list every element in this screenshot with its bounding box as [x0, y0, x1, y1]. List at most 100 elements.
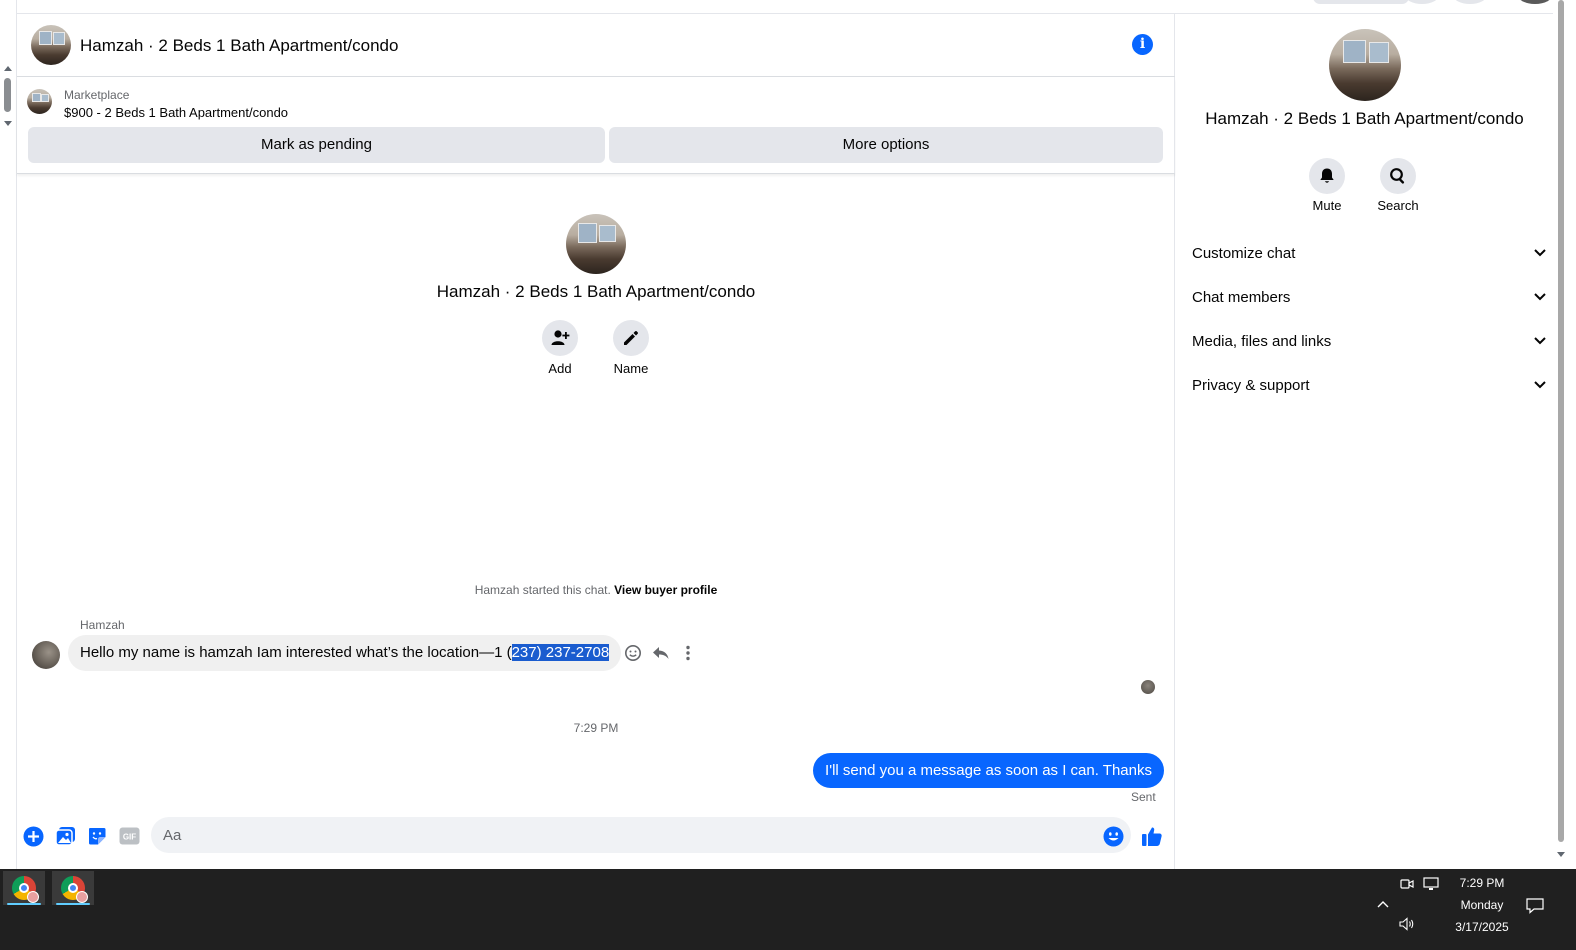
top-nav-strip	[17, 0, 1559, 14]
emoji-button[interactable]	[1102, 825, 1124, 847]
taskbar-chrome-app[interactable]	[52, 871, 94, 905]
customize-chat-section[interactable]: Customize chat	[1192, 233, 1546, 273]
privacy-support-section[interactable]: Privacy & support	[1192, 365, 1546, 405]
reply-button[interactable]	[650, 642, 672, 664]
photo-icon	[54, 827, 75, 846]
name-label: Name	[613, 361, 649, 376]
mute-button[interactable]	[1309, 158, 1345, 194]
add-label: Add	[548, 361, 572, 376]
thumbs-up-icon	[1142, 827, 1162, 846]
chevron-up-icon	[1377, 901, 1389, 908]
chevron-down-icon	[1534, 249, 1546, 257]
listing-title[interactable]: $900 - 2 Beds 1 Bath Apartment/condo	[64, 105, 288, 120]
reply-icon	[653, 647, 669, 659]
top-nav-pill[interactable]	[1313, 0, 1409, 4]
gif-label: GIF	[122, 833, 135, 842]
send-like-button[interactable]	[1141, 825, 1163, 847]
scroll-up-arrow[interactable]	[4, 66, 12, 71]
intro-title: Hamzah · 2 Beds 1 Bath Apartment/condo	[436, 282, 756, 301]
plus-circle-icon	[23, 826, 43, 846]
taskbar-time[interactable]: 7:29 PM	[1446, 876, 1518, 890]
more-vertical-icon	[686, 645, 690, 661]
bell-icon	[1320, 168, 1334, 183]
chat-avatar[interactable]	[31, 25, 71, 65]
media-files-links-section[interactable]: Media, files and links	[1192, 321, 1546, 361]
emoji-icon	[1103, 826, 1123, 846]
chrome-icon	[61, 876, 88, 903]
sticker-icon	[89, 828, 106, 845]
taskbar-date[interactable]: 3/17/2025	[1442, 920, 1522, 934]
person-add-icon	[551, 330, 570, 345]
incoming-message[interactable]: Hello my name is hamzah Iam interested w…	[68, 635, 622, 671]
name-button[interactable]	[613, 320, 649, 356]
incoming-message-text: Hello my name is hamzah Iam interested w…	[80, 644, 512, 661]
open-more-actions-button[interactable]	[22, 825, 44, 847]
marketplace-label: Marketplace	[64, 88, 130, 102]
chat-started-notice: Hamzah started this chat. View buyer pro…	[17, 583, 1175, 597]
scroll-thumb[interactable]	[1558, 0, 1564, 842]
seen-receipt-avatar	[1141, 680, 1155, 694]
section-label: Privacy & support	[1192, 376, 1310, 394]
mark-as-pending-button[interactable]: Mark as pending	[28, 127, 605, 163]
outgoing-message[interactable]: I'll send you a message as soon as I can…	[813, 753, 1164, 788]
sender-name: Hamzah	[80, 618, 125, 632]
section-label: Media, files and links	[1192, 332, 1332, 350]
top-nav-button[interactable]	[1405, 0, 1439, 4]
listing-thumbnail[interactable]	[27, 89, 52, 114]
search-icon	[1390, 168, 1405, 184]
details-avatar[interactable]	[1329, 29, 1401, 101]
info-icon[interactable]: i	[1132, 34, 1153, 55]
chevron-down-icon	[1534, 337, 1546, 345]
section-label: Customize chat	[1192, 244, 1296, 262]
account-avatar[interactable]	[1517, 0, 1553, 4]
left-scrollbar[interactable]	[0, 0, 17, 869]
chevron-down-icon	[1534, 293, 1546, 301]
message-timestamp: 7:29 PM	[573, 721, 619, 735]
more-options-button[interactable]: More options	[609, 127, 1163, 163]
chat-started-text: Hamzah started this chat.	[474, 583, 611, 597]
notification-icon[interactable]	[1524, 895, 1546, 917]
chat-title[interactable]: Hamzah · 2 Beds 1 Bath Apartment/condo	[80, 36, 398, 56]
more-message-actions-button[interactable]	[677, 642, 699, 664]
search-label: Search	[1377, 198, 1419, 213]
smile-icon	[625, 645, 641, 661]
marketplace-bar: Marketplace $900 - 2 Beds 1 Bath Apartme…	[17, 78, 1175, 174]
message-input[interactable]	[151, 817, 1131, 853]
intro-avatar	[566, 214, 626, 274]
conversation-details-panel: Hamzah · 2 Beds 1 Bath Apartment/condo M…	[1176, 14, 1553, 869]
scroll-down-arrow[interactable]	[4, 121, 12, 126]
taskbar: 7:29 PM Monday 3/17/2025	[0, 869, 1576, 950]
top-nav-button[interactable]	[1453, 0, 1487, 4]
page-scrollbar[interactable]	[1553, 0, 1576, 869]
attach-photo-button[interactable]	[54, 825, 76, 847]
details-title: Hamzah · 2 Beds 1 Bath Apartment/condo	[1205, 109, 1524, 128]
mute-label: Mute	[1312, 198, 1342, 213]
speaker-icon[interactable]	[1398, 915, 1416, 933]
react-button[interactable]	[622, 642, 644, 664]
chat-header: Hamzah · 2 Beds 1 Bath Apartment/condo i	[17, 14, 1175, 77]
sender-avatar[interactable]	[32, 641, 60, 669]
pencil-icon	[624, 331, 638, 345]
search-button[interactable]	[1380, 158, 1416, 194]
choose-sticker-button[interactable]	[86, 825, 108, 847]
chat-members-section[interactable]: Chat members	[1192, 277, 1546, 317]
chat-panel: Hamzah · 2 Beds 1 Bath Apartment/condo i…	[17, 14, 1175, 869]
gif-icon: GIF	[119, 827, 139, 845]
message-status: Sent	[1131, 790, 1156, 804]
scroll-down-arrow[interactable]	[1557, 852, 1565, 857]
taskbar-chrome-app[interactable]	[3, 871, 45, 905]
choose-gif-button[interactable]: GIF	[118, 825, 140, 847]
view-buyer-profile-link[interactable]: View buyer profile	[614, 583, 717, 597]
show-hidden-icons-button[interactable]	[1374, 895, 1392, 913]
add-button[interactable]	[542, 320, 578, 356]
network-icon[interactable]	[1422, 875, 1440, 893]
scroll-thumb[interactable]	[4, 78, 11, 112]
chrome-icon	[12, 876, 39, 903]
section-label: Chat members	[1192, 288, 1291, 306]
selected-phone-text[interactable]: 237) 237-2708	[511, 644, 610, 661]
taskbar-day[interactable]: Monday	[1446, 898, 1518, 912]
message-composer: GIF	[17, 811, 1175, 869]
page: Hamzah · 2 Beds 1 Bath Apartment/condo i…	[0, 0, 1576, 950]
chevron-down-icon	[1534, 381, 1546, 389]
meet-icon[interactable]	[1398, 875, 1416, 893]
